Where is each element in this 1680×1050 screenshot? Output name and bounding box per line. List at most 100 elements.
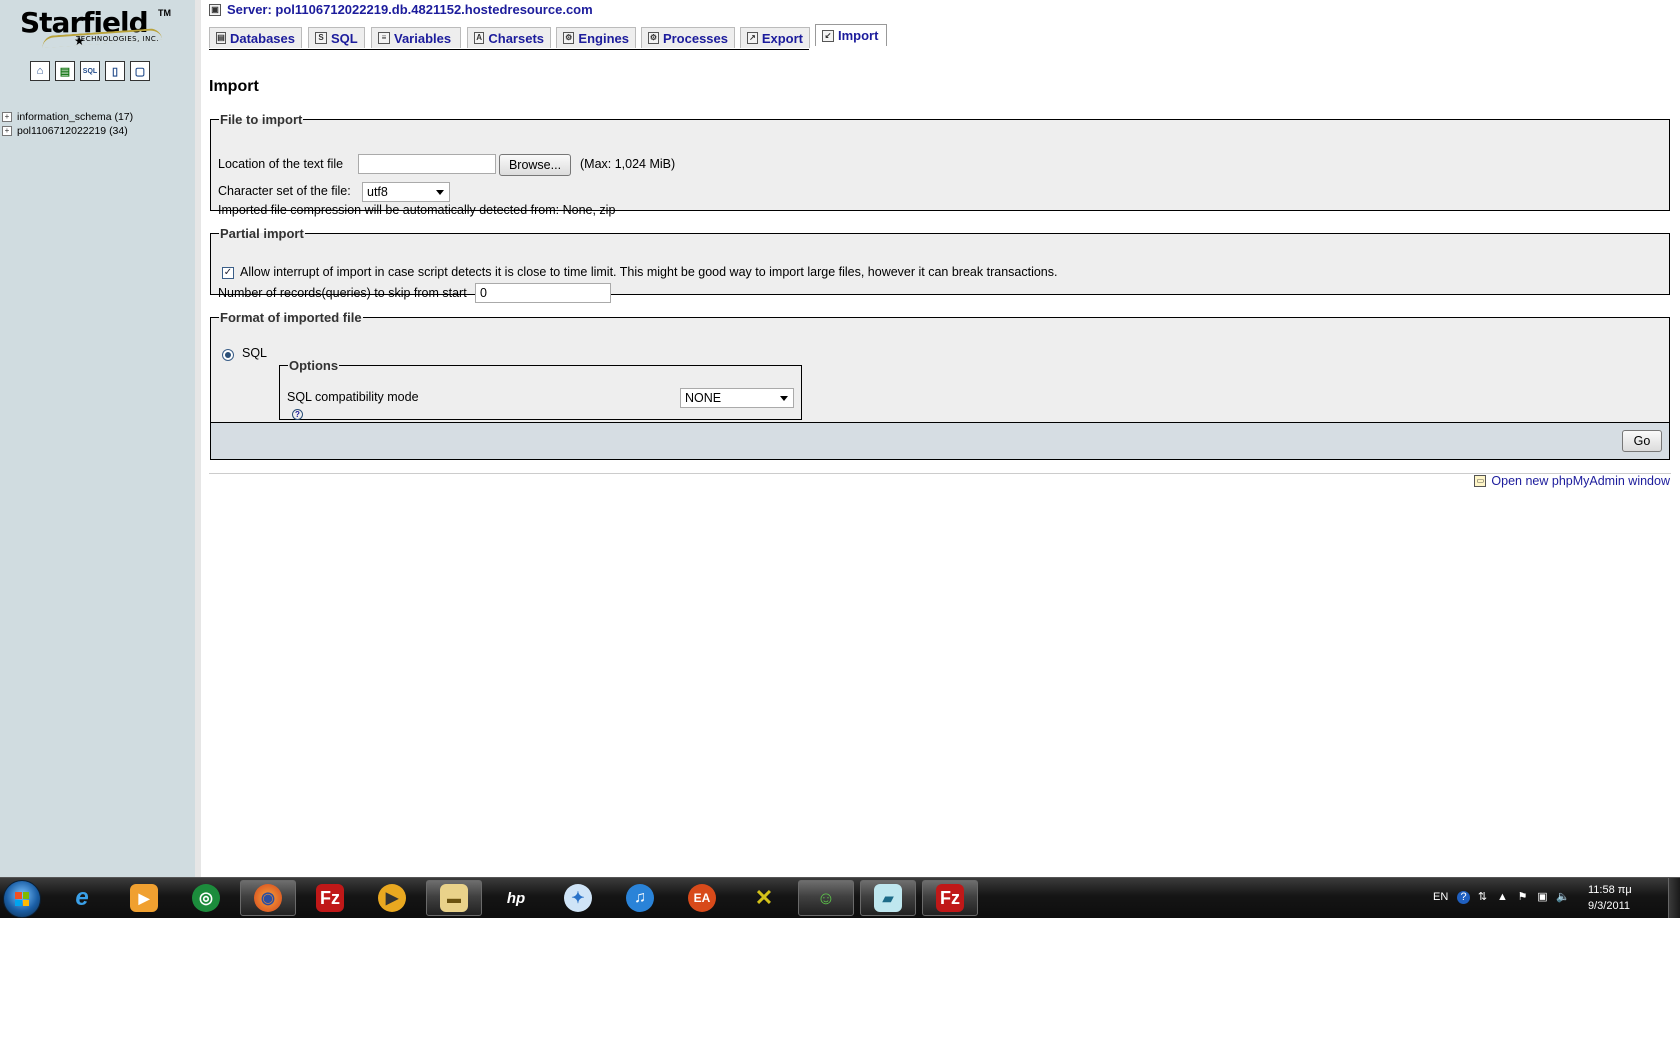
xfire-glyph: ✕ <box>754 885 774 910</box>
hp-icon[interactable]: hp <box>488 880 544 916</box>
help-icon[interactable]: ? <box>1457 891 1470 904</box>
filezilla-icon[interactable]: Fz <box>922 880 978 916</box>
file-path-input[interactable] <box>358 154 496 174</box>
expand-icon[interactable]: + <box>2 112 12 122</box>
filezilla-glyph: Fz <box>316 884 344 912</box>
compat-mode-select[interactable]: NONE <box>680 388 794 408</box>
fieldset-legend: Options <box>289 358 339 373</box>
tab-label: Variables <box>394 30 452 46</box>
home-icon[interactable]: ⌂ <box>30 61 50 81</box>
compass-glyph: ✦ <box>564 884 592 912</box>
tab-label: Engines <box>578 30 629 46</box>
reload-icon[interactable]: ▢ <box>130 61 150 81</box>
xfire-icon[interactable]: ✕ <box>736 880 792 916</box>
notes-icon[interactable]: ▰ <box>860 880 916 916</box>
clock-time[interactable]: 11:58 πμ <box>1588 884 1632 896</box>
server-label[interactable]: Server: pol1106712022219.db.4821152.host… <box>227 2 593 17</box>
variables-icon: ≡ <box>378 32 390 44</box>
tab-engines[interactable]: ⚙ Engines <box>556 27 636 48</box>
sql-format-label[interactable]: SQL <box>242 346 267 360</box>
tab-charsets[interactable]: A Charsets <box>467 27 551 48</box>
tab-bar: ▤ Databases S SQL ≡ Variables A Charsets… <box>209 24 887 50</box>
chevron-down-icon <box>436 190 444 195</box>
location-label: Location of the text file <box>218 157 344 171</box>
network-arrows-icon[interactable]: ⇅ <box>1476 891 1489 904</box>
tab-label: Processes <box>662 30 728 46</box>
import-icon: ↙ <box>822 29 834 42</box>
media-player-icon[interactable]: ▶ <box>116 880 172 916</box>
skip-records-label: Number of records(queries) to skip from … <box>218 286 467 300</box>
expand-icon[interactable]: + <box>2 126 12 136</box>
folder-glyph: ▬ <box>440 884 468 912</box>
internet-explorer-icon[interactable]: e <box>54 880 110 916</box>
database-item[interactable]: + pol1106712022219 (34) <box>2 124 133 138</box>
tab-label: SQL <box>331 30 358 46</box>
help-icon[interactable]: ? <box>292 409 303 420</box>
windows-logo-icon <box>15 892 29 906</box>
file-to-import-fieldset: File to import Location of the text file… <box>210 112 1670 217</box>
filezilla-icon[interactable]: Fz <box>302 880 358 916</box>
allow-interrupt-label[interactable]: Allow interrupt of import in case script… <box>240 265 1057 279</box>
new-window-icon: ▭ <box>1474 475 1487 487</box>
charsets-icon: A <box>474 32 485 44</box>
sql-format-radio[interactable] <box>222 349 234 361</box>
tab-variables[interactable]: ≡ Variables <box>371 27 461 48</box>
skip-records-input[interactable]: 0 <box>475 283 611 303</box>
media-center-icon[interactable]: ▶ <box>364 880 420 916</box>
tab-export[interactable]: ↗ Export <box>740 27 810 48</box>
fieldset-legend: Partial import <box>220 226 304 241</box>
start-button[interactable] <box>3 880 41 918</box>
tab-processes[interactable]: ⚙ Processes <box>641 27 735 48</box>
database-name[interactable]: pol1106712022219 (34) <box>17 124 128 138</box>
logo-tagline: TECHNOLOGIES, INC. <box>76 35 159 43</box>
tab-sql[interactable]: S SQL <box>308 27 365 48</box>
starfield-logo[interactable]: Starfield TM ★ TECHNOLOGIES, INC. <box>20 6 180 49</box>
sql-docs-icon[interactable]: SQL <box>80 61 100 81</box>
documentation-icon[interactable]: ▯ <box>105 61 125 81</box>
itunes-icon[interactable]: ♫ <box>612 880 668 916</box>
open-new-window-label[interactable]: Open new phpMyAdmin window <box>1491 474 1670 488</box>
open-new-window-link[interactable]: ▭ Open new phpMyAdmin window <box>1474 474 1670 488</box>
compression-note: Imported file compression will be automa… <box>218 203 616 217</box>
page-title: Import <box>209 78 259 95</box>
firefox-glyph: ◉ <box>254 884 282 912</box>
action-center-flag-icon[interactable]: ⚑ <box>1516 891 1529 904</box>
tab-databases[interactable]: ▤ Databases <box>209 27 302 48</box>
server-breadcrumb[interactable]: ▣ Server: pol1106712022219.db.4821152.ho… <box>209 2 593 17</box>
hp-glyph: hp <box>506 889 526 907</box>
partial-import-fieldset: Partial import ✓ Allow interrupt of impo… <box>210 226 1670 303</box>
charset-select[interactable]: utf8 <box>362 182 450 202</box>
media-center-glyph: ▶ <box>378 884 406 912</box>
ea-icon[interactable]: EA <box>674 880 730 916</box>
processes-icon: ⚙ <box>648 32 659 44</box>
pad-glyph: ▰ <box>874 884 902 912</box>
volume-icon[interactable]: 🔈 <box>1556 891 1570 904</box>
allow-interrupt-checkbox[interactable]: ✓ <box>222 267 234 279</box>
file-explorer-icon[interactable]: ▬ <box>426 880 482 916</box>
go-button[interactable]: Go <box>1622 430 1662 452</box>
messenger-icon[interactable]: ☺ <box>798 880 854 916</box>
chevron-down-icon <box>780 396 788 401</box>
database-list: + information_schema (17) + pol110671202… <box>2 110 133 138</box>
tab-label: Import <box>838 28 879 43</box>
server-icon: ▣ <box>209 3 221 16</box>
charset-value: utf8 <box>367 185 388 199</box>
taskbar: e ▶ ◎ ◉ Fz ▶ ▬ hp ✦ ♫ EA ✕ ☺ ▰ Fz EN ? ⇅ <box>0 877 1680 918</box>
browse-button[interactable]: Browse... <box>499 154 571 176</box>
safari-icon[interactable]: ✦ <box>550 880 606 916</box>
clock-date[interactable]: 9/3/2011 <box>1588 900 1630 912</box>
network-icon[interactable]: ▣ <box>1536 891 1549 904</box>
firefox-icon[interactable]: ◉ <box>240 880 296 916</box>
tab-import[interactable]: ↙ Import <box>815 24 887 46</box>
green-app-icon[interactable]: ◎ <box>178 880 234 916</box>
language-indicator[interactable]: EN <box>1433 891 1448 903</box>
quick-links: ⌂ ▤ SQL ▯ ▢ <box>30 61 150 81</box>
format-fieldset: Format of imported file SQL Options SQL … <box>210 310 1670 424</box>
database-name[interactable]: information_schema (17) <box>17 110 133 124</box>
show-desktop-button[interactable] <box>1668 878 1680 918</box>
compat-mode-value: NONE <box>685 391 722 405</box>
query-window-icon[interactable]: ▤ <box>55 61 75 81</box>
show-hidden-icons-icon[interactable]: ▲ <box>1496 891 1509 904</box>
database-item[interactable]: + information_schema (17) <box>2 110 133 124</box>
people-glyph: ☺ <box>816 887 836 908</box>
